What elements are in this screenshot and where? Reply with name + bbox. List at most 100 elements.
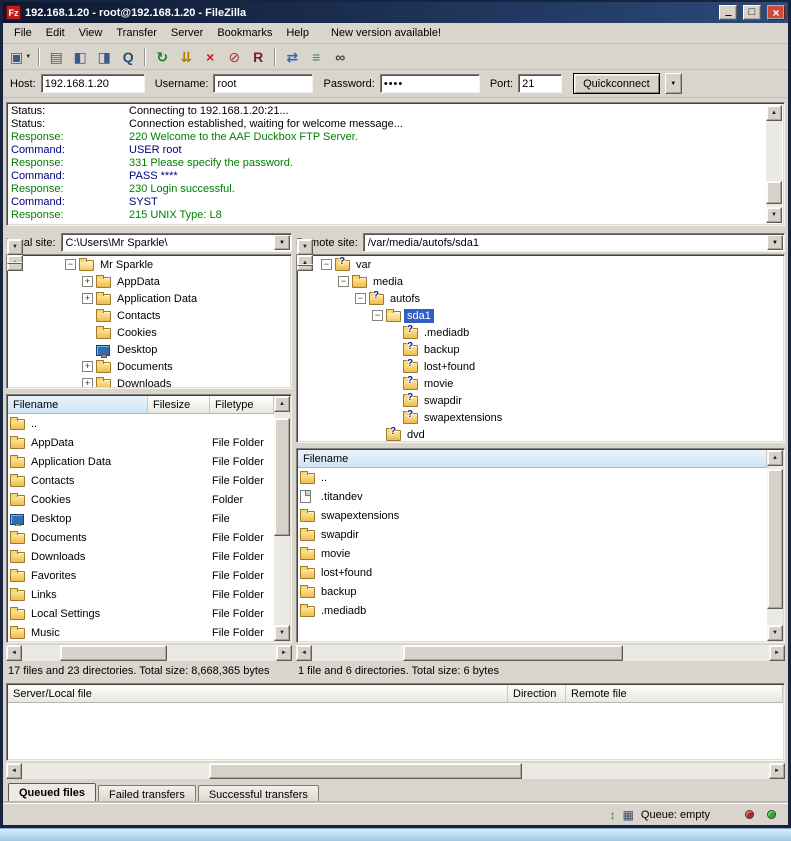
local-site-dropdown-icon[interactable] bbox=[274, 235, 290, 250]
toolbar-site-manager-button[interactable]: ▣▼ bbox=[7, 46, 34, 68]
scroll-thumb[interactable] bbox=[60, 645, 167, 661]
column-header-server-local-file[interactable]: Server/Local file bbox=[8, 685, 508, 703]
scroll-left-arrow-icon[interactable]: ◄ bbox=[6, 763, 22, 779]
remote-tree-item[interactable]: ?swapextensions bbox=[298, 409, 766, 426]
scroll-up-arrow-icon[interactable]: ▲ bbox=[767, 450, 783, 466]
local-list-scrollbar[interactable]: ▲▼ bbox=[274, 396, 290, 641]
tab-successful-transfers[interactable]: Successful transfers bbox=[198, 785, 319, 803]
column-header-remote-file[interactable]: Remote file bbox=[566, 685, 783, 703]
tree-expander[interactable]: − bbox=[338, 276, 349, 287]
tree-expander[interactable]: − bbox=[321, 259, 332, 270]
remote-tree-item[interactable]: ?.mediadb bbox=[298, 324, 766, 341]
scroll-up-arrow-icon[interactable]: ▲ bbox=[274, 396, 290, 412]
toolbar-process-queue-button[interactable]: ⇊ bbox=[174, 46, 198, 68]
tree-expander[interactable]: + bbox=[82, 293, 93, 304]
scroll-down-arrow-icon[interactable]: ▼ bbox=[766, 207, 782, 223]
local-file-row[interactable]: MusicFile Folder bbox=[8, 623, 274, 641]
scroll-down-arrow-icon[interactable]: ▼ bbox=[297, 239, 313, 255]
remote-tree-item[interactable]: −media bbox=[298, 273, 766, 290]
remote-file-row[interactable]: .. bbox=[298, 468, 767, 487]
toolbar-synchronized-browsing-button[interactable]: ≡ bbox=[304, 46, 328, 68]
remote-file-row[interactable]: movie bbox=[298, 544, 767, 563]
remote-tree-item[interactable]: −sda1 bbox=[298, 307, 766, 324]
scroll-down-arrow-icon[interactable]: ▼ bbox=[274, 625, 290, 641]
remote-file-row[interactable]: swapextensions bbox=[298, 506, 767, 525]
scroll-thumb[interactable] bbox=[767, 469, 783, 609]
toolbar-dropdown-arrow-icon[interactable]: ▼ bbox=[25, 54, 31, 60]
remote-tree-item[interactable]: ?swapdir bbox=[298, 392, 766, 409]
local-file-row[interactable]: DownloadsFile Folder bbox=[8, 547, 274, 566]
scroll-thumb[interactable] bbox=[274, 418, 290, 535]
column-header-filesize[interactable]: Filesize bbox=[148, 396, 210, 414]
column-header-direction[interactable]: Direction bbox=[508, 685, 566, 703]
queue-horizontal-scrollbar[interactable]: ◄► bbox=[6, 763, 785, 779]
quickconnect-button[interactable]: Quickconnect bbox=[573, 73, 660, 94]
tree-expander[interactable]: − bbox=[372, 310, 383, 321]
remote-site-combobox[interactable]: /var/media/autofs/sda1 bbox=[363, 233, 785, 252]
local-file-row[interactable]: CookiesFolder bbox=[8, 490, 274, 509]
tree-expander[interactable]: + bbox=[82, 378, 93, 387]
toolbar-disconnect-button[interactable]: ⊘ bbox=[222, 46, 246, 68]
remote-file-row[interactable]: swapdir bbox=[298, 525, 767, 544]
scroll-right-arrow-icon[interactable]: ► bbox=[276, 645, 292, 661]
remote-list-scrollbar[interactable]: ▲▼ bbox=[767, 450, 783, 641]
maximize-button[interactable] bbox=[743, 5, 761, 20]
column-header-filetype[interactable]: Filetype bbox=[210, 396, 274, 414]
local-tree-item[interactable]: Cookies bbox=[8, 324, 273, 341]
quickconnect-dropdown-button[interactable] bbox=[665, 73, 682, 94]
port-input[interactable] bbox=[518, 74, 562, 93]
local-tree-item[interactable]: Contacts bbox=[8, 307, 273, 324]
remote-tree-item[interactable]: −?autofs bbox=[298, 290, 766, 307]
tab-failed-transfers[interactable]: Failed transfers bbox=[98, 785, 196, 803]
remote-tree-item[interactable]: ?backup bbox=[298, 341, 766, 358]
tree-expander[interactable]: + bbox=[82, 361, 93, 372]
scroll-thumb[interactable] bbox=[403, 645, 622, 661]
local-file-row[interactable]: DocumentsFile Folder bbox=[8, 528, 274, 547]
password-input[interactable] bbox=[380, 74, 480, 93]
scroll-right-arrow-icon[interactable]: ► bbox=[769, 645, 785, 661]
remote-tree-item[interactable]: ?dvd bbox=[298, 426, 766, 441]
remote-site-dropdown-icon[interactable] bbox=[767, 235, 783, 250]
menu-new-version-notice[interactable]: New version available! bbox=[324, 25, 448, 41]
local-tree-item[interactable]: +Downloads bbox=[8, 375, 273, 387]
tree-expander[interactable]: − bbox=[65, 259, 76, 270]
toolbar-refresh-button[interactable]: ↻ bbox=[150, 46, 174, 68]
tree-expander[interactable]: + bbox=[82, 276, 93, 287]
remote-file-row[interactable]: .mediadb bbox=[298, 601, 767, 620]
scroll-up-arrow-icon[interactable]: ▲ bbox=[766, 105, 782, 121]
minimize-button[interactable] bbox=[719, 5, 737, 20]
message-log-scrollbar[interactable]: ▲▼ bbox=[766, 105, 782, 223]
scroll-left-arrow-icon[interactable]: ◄ bbox=[6, 645, 22, 661]
toolbar-toggle-transfer-queue-button[interactable]: Q bbox=[116, 46, 140, 68]
menu-bookmarks[interactable]: Bookmarks bbox=[210, 25, 279, 41]
remote-tree-item[interactable]: ?lost+found bbox=[298, 358, 766, 375]
remote-file-row[interactable]: backup bbox=[298, 582, 767, 601]
host-input[interactable] bbox=[41, 74, 145, 93]
tree-expander[interactable]: − bbox=[355, 293, 366, 304]
local-tree-item[interactable]: −Mr Sparkle bbox=[8, 256, 273, 273]
scroll-down-arrow-icon[interactable]: ▼ bbox=[7, 239, 23, 255]
tab-queued-files[interactable]: Queued files bbox=[8, 783, 96, 803]
column-header-filename[interactable]: Filename bbox=[298, 450, 767, 468]
remote-tree-item[interactable]: ?movie bbox=[298, 375, 766, 392]
local-tree-item[interactable]: +AppData bbox=[8, 273, 273, 290]
close-button[interactable] bbox=[767, 5, 785, 20]
scroll-thumb[interactable] bbox=[766, 181, 782, 203]
remote-file-row[interactable]: .titandev bbox=[298, 487, 767, 506]
local-tree-item[interactable]: +Application Data bbox=[8, 290, 273, 307]
menu-edit[interactable]: Edit bbox=[39, 25, 72, 41]
local-horizontal-scrollbar[interactable]: ◄► bbox=[6, 645, 292, 661]
local-file-row[interactable]: FavoritesFile Folder bbox=[8, 566, 274, 585]
toolbar-directory-comparison-button[interactable]: ⇄ bbox=[280, 46, 304, 68]
local-file-row[interactable]: DesktopFile bbox=[8, 509, 274, 528]
username-input[interactable] bbox=[213, 74, 313, 93]
toolbar-toggle-message-log-button[interactable]: ▤ bbox=[44, 46, 68, 68]
local-file-row[interactable]: Local SettingsFile Folder bbox=[8, 604, 274, 623]
scroll-left-arrow-icon[interactable]: ◄ bbox=[296, 645, 312, 661]
menu-view[interactable]: View bbox=[72, 25, 110, 41]
local-file-row[interactable]: AppDataFile Folder bbox=[8, 433, 274, 452]
scroll-right-arrow-icon[interactable]: ► bbox=[769, 763, 785, 779]
toolbar-toggle-remote-tree-button[interactable]: ◨ bbox=[92, 46, 116, 68]
local-file-row[interactable]: .. bbox=[8, 414, 274, 433]
local-file-row[interactable]: LinksFile Folder bbox=[8, 585, 274, 604]
